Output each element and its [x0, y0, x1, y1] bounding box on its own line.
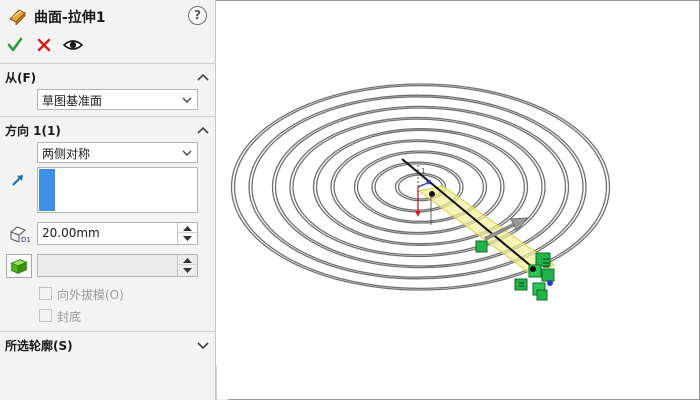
panel-title: 曲面-拉伸1	[34, 10, 106, 26]
chevron-down-icon	[182, 97, 192, 103]
section-divider	[0, 116, 216, 117]
draft-cube-icon	[10, 259, 28, 275]
checkmark-icon	[7, 37, 23, 52]
sketch-point	[429, 191, 435, 197]
from-group-header[interactable]: 从(F)	[0, 67, 216, 87]
end-condition-select[interactable]: 两侧对称	[37, 142, 198, 163]
chevron-up-icon[interactable]	[196, 71, 210, 83]
depth-dimension-icon: D1	[10, 226, 30, 244]
triangle-down-icon	[183, 236, 192, 241]
help-button[interactable]: ?	[188, 6, 207, 25]
svg-text:1: 1	[421, 167, 425, 175]
section-divider	[0, 331, 216, 332]
draft-outward-label: 向外拔模(O)	[57, 288, 124, 302]
x-icon	[37, 38, 51, 52]
triangle-up-icon	[183, 258, 192, 263]
cap-end-label: 封底	[57, 310, 82, 324]
triangle-down-icon	[183, 268, 192, 273]
cancel-button[interactable]	[34, 35, 54, 55]
depth-decrease-button[interactable]	[178, 233, 197, 243]
surface-extrude-icon	[9, 9, 26, 25]
preview-button[interactable]	[62, 35, 84, 55]
draft-angle-input	[37, 254, 198, 277]
selection-focus-bar	[39, 169, 55, 211]
svg-text:D1: D1	[21, 236, 30, 244]
from-select-value: 草图基准面	[42, 94, 103, 108]
depth-value: 20.00mm	[42, 226, 100, 240]
direction-selection-box[interactable]	[37, 167, 198, 213]
triangle-up-icon	[183, 226, 192, 231]
eye-icon	[62, 40, 84, 50]
contours-group-header[interactable]: 所选轮廓(S)	[0, 335, 216, 355]
depth-input[interactable]: 20.00mm	[37, 222, 198, 245]
draft-outward-checkbox	[39, 287, 52, 300]
chevron-down-icon	[182, 150, 192, 156]
model-view[interactable]: 1	[217, 1, 699, 399]
cap-end-checkbox	[39, 309, 52, 322]
end-condition-value: 两侧对称	[42, 147, 91, 161]
direction-group-header[interactable]: 方向 1(1)	[0, 120, 216, 140]
draft-angle-increase-button	[178, 255, 197, 265]
ok-button[interactable]	[5, 35, 25, 55]
spiral-sketch[interactable]	[230, 83, 611, 291]
depth-spinner	[177, 223, 197, 244]
draft-angle-decrease-button	[178, 265, 197, 275]
drag-handle-left[interactable]	[475, 240, 488, 253]
chevron-up-icon[interactable]	[196, 124, 210, 136]
contours-group-title: 所选轮廓(S)	[5, 339, 73, 353]
draft-angle-spinner	[177, 255, 197, 276]
direction-arrow-icon[interactable]	[10, 172, 26, 188]
from-group-title: 从(F)	[5, 71, 37, 85]
from-select[interactable]: 草图基准面	[37, 89, 198, 110]
property-manager-panel: 曲面-拉伸1 ? 从(F) 草图基准面 方向 1(1) 两侧对称 D1 20.0…	[0, 0, 216, 400]
direction-group-title: 方向 1(1)	[5, 124, 61, 138]
graphics-viewport[interactable]: 1	[217, 1, 699, 399]
depth-increase-button[interactable]	[178, 223, 197, 233]
section-divider	[0, 63, 216, 64]
draft-toggle-button[interactable]	[6, 254, 32, 278]
panel-header: 曲面-拉伸1 ?	[0, 0, 216, 32]
spiral-ring	[230, 83, 611, 291]
action-toolbar	[0, 32, 216, 58]
chevron-down-icon[interactable]	[196, 339, 210, 351]
